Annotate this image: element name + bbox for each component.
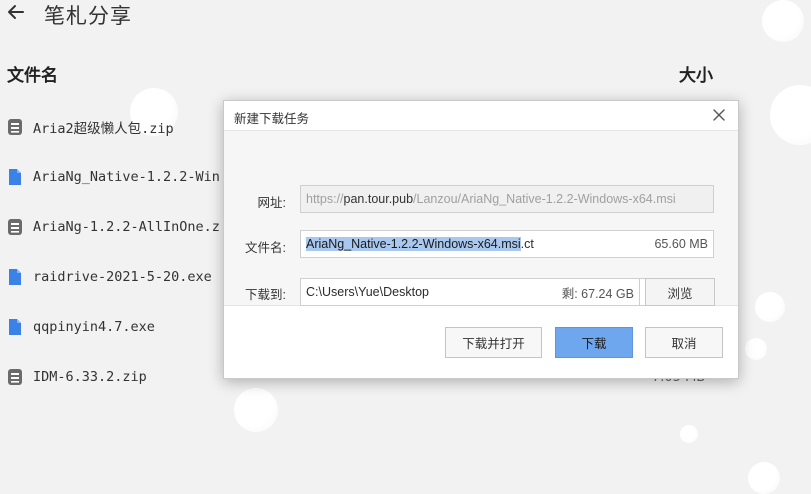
cancel-button[interactable]: 取消	[645, 327, 723, 358]
file-row[interactable]: raidrive-2021-5-20.exe	[6, 265, 212, 289]
file-name: raidrive-2021-5-20.exe	[33, 269, 212, 285]
save-path-field[interactable]: C:\Users\Yue\Desktop 剩: 67.24 GB	[300, 278, 640, 306]
document-icon	[6, 266, 24, 288]
archive-icon	[6, 116, 24, 138]
dialog-body: 网址: https://pan.tour.pub/Lanzou/AriaNg_N…	[224, 131, 738, 306]
arrow-left-icon	[8, 5, 24, 19]
file-name: qqpinyin4.7.exe	[33, 319, 155, 335]
url-label: 网址:	[257, 196, 286, 210]
file-row[interactable]: IDM-6.33.2.zip	[6, 365, 147, 389]
download-button[interactable]: 下载	[555, 327, 633, 358]
document-icon	[6, 166, 24, 188]
save-path: C:\Users\Yue\Desktop	[306, 285, 429, 299]
download-and-open-button[interactable]: 下载并打开	[445, 327, 542, 358]
close-button[interactable]	[710, 106, 728, 124]
decorative-bubble	[762, 0, 804, 42]
decorative-bubble	[680, 425, 698, 443]
url-path: /Lanzou/AriaNg_Native-1.2.2-Windows-x64.…	[413, 192, 676, 206]
archive-icon	[6, 366, 24, 388]
decorative-bubble	[755, 292, 785, 322]
document-icon	[6, 316, 24, 338]
file-row[interactable]: AriaNg_Native-1.2.2-Win	[6, 165, 220, 189]
free-space: 剩: 67.24 GB	[561, 286, 634, 301]
filename-selected-text: AriaNg_Native-1.2.2-Windows-x64.msi	[306, 237, 521, 251]
archive-icon	[6, 216, 24, 238]
url-field[interactable]: https://pan.tour.pub/Lanzou/AriaNg_Nativ…	[300, 185, 714, 213]
file-name: IDM-6.33.2.zip	[33, 369, 147, 385]
back-button[interactable]	[6, 2, 26, 28]
column-header-name[interactable]: 文件名	[7, 61, 58, 86]
file-row[interactable]: AriaNg-1.2.2-AllInOne.z	[6, 215, 220, 239]
file-name: AriaNg-1.2.2-AllInOne.z	[33, 219, 220, 235]
decorative-bubble	[745, 338, 767, 360]
decorative-bubble	[748, 462, 780, 494]
new-download-dialog: 新建下载任务 网址: https://pan.tour.pub/Lanzou/A…	[223, 100, 739, 379]
decorative-bubble	[770, 85, 811, 145]
file-size-readout: 65.60 MB	[654, 237, 708, 251]
url-scheme: https://	[306, 192, 344, 206]
column-header-size[interactable]: 大小	[679, 61, 713, 86]
close-icon	[713, 109, 725, 121]
file-row[interactable]: qqpinyin4.7.exe	[6, 315, 155, 339]
browse-button[interactable]: 浏览	[645, 278, 715, 306]
file-name: Aria2超级懒人包.zip	[33, 121, 174, 137]
filename-suffix: .ct	[520, 237, 534, 251]
filename-label: 文件名:	[245, 241, 286, 255]
file-row[interactable]: Aria2超级懒人包.zip	[6, 115, 174, 139]
file-name: AriaNg_Native-1.2.2-Win	[33, 169, 220, 185]
decorative-bubble	[234, 388, 278, 432]
filename-input[interactable]: AriaNg_Native-1.2.2-Windows-x64.msi .ct 6…	[300, 230, 714, 258]
url-host: pan.tour.pub	[343, 192, 414, 206]
save-to-label: 下载到:	[245, 288, 286, 302]
dialog-title: 新建下载任务	[234, 112, 310, 126]
dialog-header: 新建下载任务	[224, 101, 738, 131]
page-title: 笔札分享	[44, 4, 132, 28]
